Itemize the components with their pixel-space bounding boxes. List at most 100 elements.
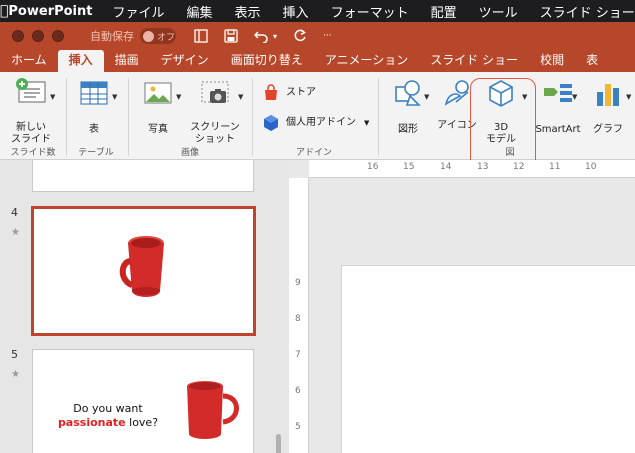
smartart-label: SmartArt [535, 124, 581, 135]
vertical-ruler: 9 8 7 6 5 [289, 178, 309, 453]
slide-thumbnail-5[interactable]: Do you want passionate love? [32, 349, 254, 453]
my-addins-label: 個人用アドイン [286, 117, 356, 128]
tab-design[interactable]: デザイン [150, 50, 220, 72]
thumbnail-scrollbar[interactable] [276, 434, 281, 453]
store-icon [265, 84, 277, 100]
ruler-mark: 8 [295, 314, 301, 324]
new-slide-dropdown-icon[interactable]: ▼ [50, 93, 55, 101]
menu-format[interactable]: フォーマット [331, 2, 409, 21]
smartart-button[interactable]: SmartArt [533, 78, 583, 136]
ruler-mark: 5 [295, 422, 301, 432]
tab-animations[interactable]: アニメーション [314, 50, 420, 72]
ruler-mark: 7 [295, 350, 301, 360]
slide-editor: 16 15 14 13 12 11 10 9 8 7 6 5 [289, 160, 635, 453]
new-slide-button[interactable]: 新しい スライド [8, 78, 54, 146]
slide-thumbnail-3[interactable] [32, 160, 254, 192]
customize-toolbar-icon[interactable]: ⋅⋅⋅ [323, 31, 332, 41]
slide-canvas[interactable] [341, 265, 635, 453]
screenshot-button[interactable]: スクリーン ショット [186, 78, 244, 146]
group-divider [66, 78, 67, 156]
chart-dropdown-icon[interactable]: ▼ [626, 93, 631, 101]
star-icon: ★ [11, 369, 20, 380]
redo-icon[interactable] [293, 29, 307, 43]
tab-insert[interactable]: 挿入 [57, 50, 104, 72]
screenshot-dropdown-icon[interactable]: ▼ [238, 93, 243, 101]
menu-arrange[interactable]: 配置 [431, 2, 457, 21]
table-label: 表 [89, 124, 99, 135]
toggle-knob [143, 30, 154, 42]
slide5-line1: Do you want [73, 402, 143, 415]
ruler-mark: 11 [549, 162, 561, 172]
slide-thumbnail-4[interactable] [31, 206, 256, 336]
minimize-window-button[interactable] [32, 30, 44, 42]
slide5-tail: love? [125, 416, 159, 429]
sidebar-toggle-icon[interactable] [194, 29, 208, 43]
group-label-slides: スライド数 [10, 148, 56, 158]
menu-file[interactable]: ファイル [113, 2, 165, 21]
ruler-mark: 14 [440, 162, 452, 172]
slide-number-4: 4 [11, 206, 18, 219]
tab-draw[interactable]: 描画 [104, 50, 150, 72]
slide-thumbnail-pane: 4 ★ 5 ★ Do you want passionate love? [0, 160, 289, 453]
ruler-mark: 12 [513, 162, 525, 172]
screenshot-label-1: スクリーン [190, 122, 240, 133]
ruler-mark: 10 [585, 162, 597, 172]
autosave-toggle[interactable]: オフ [140, 28, 176, 44]
ruler-mark: 16 [367, 162, 379, 172]
picture-dropdown-icon[interactable]: ▼ [176, 93, 181, 101]
menu-tools[interactable]: ツール [479, 2, 518, 21]
zoom-window-button[interactable] [52, 30, 64, 42]
chart-icon [597, 84, 619, 106]
ruler-mark: 15 [403, 162, 415, 172]
close-window-button[interactable] [12, 30, 24, 42]
smartart-dropdown-icon[interactable]: ▼ [572, 93, 577, 101]
red-mug-3d-image [119, 236, 164, 297]
group-label-images: 画像 [180, 148, 199, 158]
tab-home[interactable]: ホーム [0, 50, 58, 72]
shapes-icon [395, 80, 421, 106]
chart-button[interactable]: グラフ [588, 78, 628, 136]
my-addins-dropdown-icon[interactable]: ▼ [364, 117, 369, 129]
autosave-toggle-label: オフ [157, 32, 176, 43]
ruler-mark: 6 [295, 386, 301, 396]
picture-button[interactable]: 写真 [138, 78, 178, 136]
slide5-text: Do you want passionate love? [33, 402, 183, 430]
tab-table[interactable]: 表 [575, 50, 609, 72]
chart-label: グラフ [593, 124, 623, 135]
new-slide-icon [16, 78, 46, 103]
addins-icon [264, 115, 278, 131]
ruler-mark: 13 [477, 162, 489, 172]
ruler-mark: 9 [295, 278, 301, 288]
tab-transitions[interactable]: 画面切り替え [220, 50, 314, 72]
store-label: ストア [286, 87, 316, 98]
group-divider [378, 78, 379, 156]
table-button[interactable]: 表 [74, 78, 114, 136]
menu-view[interactable]: 表示 [235, 2, 261, 21]
my-addins-button[interactable]: 個人用アドイン ▼ [262, 114, 372, 132]
tab-review[interactable]: 校閲 [529, 50, 575, 72]
picture-label: 写真 [148, 124, 168, 135]
horizontal-ruler: 16 15 14 13 12 11 10 [309, 160, 635, 178]
menu-edit[interactable]: 編集 [187, 2, 213, 21]
shapes-dropdown-icon[interactable]: ▼ [424, 93, 429, 101]
ribbon-tabs: ホーム 挿入 描画 デザイン 画面切り替え アニメーション スライド ショー 校… [0, 50, 635, 72]
menu-insert[interactable]: 挿入 [283, 2, 309, 21]
store-button[interactable]: ストア [262, 84, 352, 102]
powerpoint-window:  PowerPoint ファイル 編集 表示 挿入 フォーマット 配置 ツール… [0, 0, 635, 453]
ribbon-insert: 新しい スライド ▼ スライド数 表 ▼ テーブル 写真 ▼ スクリーン ショッ… [0, 72, 635, 160]
picture-icon [144, 82, 172, 104]
smartart-icon [544, 84, 572, 102]
title-bar: 自動保存 オフ ▾ ⋅⋅⋅ [0, 22, 635, 50]
undo-icon[interactable] [254, 29, 270, 43]
menu-slideshow[interactable]: スライド ショー [540, 2, 635, 21]
tab-slideshow[interactable]: スライド ショー [419, 50, 529, 72]
shapes-button[interactable]: 図形 [388, 78, 428, 136]
autosave-label: 自動保存 [90, 30, 134, 43]
group-divider [128, 78, 129, 156]
app-menu[interactable]: PowerPoint [8, 4, 92, 19]
apple-menu-icon[interactable]:  [0, 3, 8, 19]
undo-dropdown-icon[interactable]: ▾ [273, 32, 277, 41]
save-icon[interactable] [224, 29, 238, 43]
shapes-label: 図形 [398, 124, 418, 135]
table-dropdown-icon[interactable]: ▼ [112, 93, 117, 101]
